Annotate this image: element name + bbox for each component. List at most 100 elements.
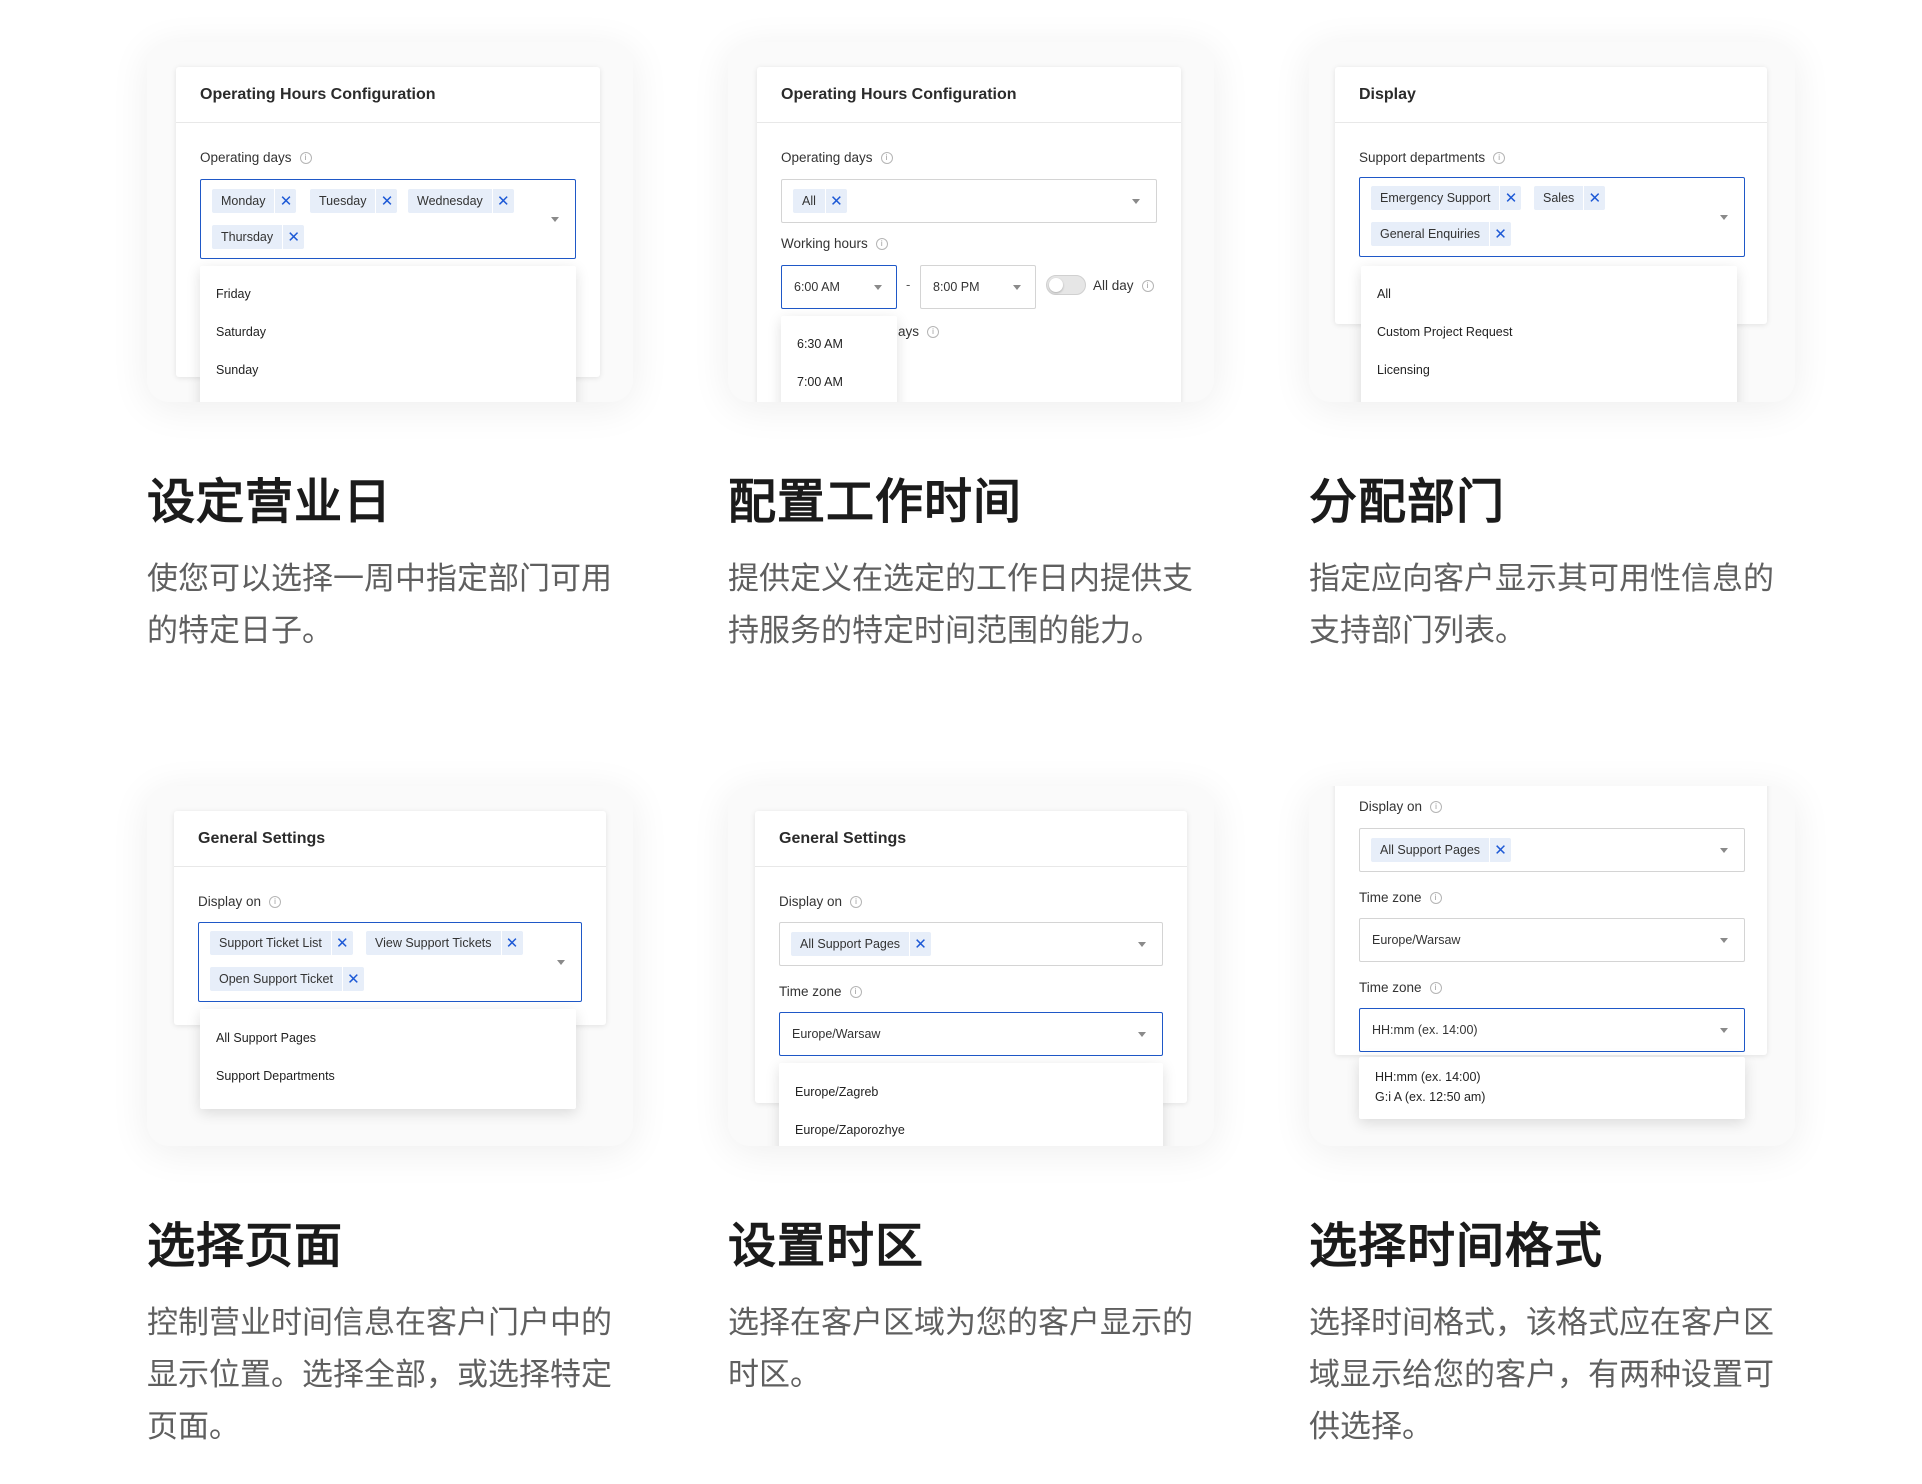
operating-days-label: Operating days i (200, 150, 312, 165)
tag-general-enquiries: General Enquiries ✕ (1371, 222, 1512, 246)
info-icon: i (1430, 800, 1443, 813)
time-format-select[interactable]: HH:mm (ex. 14:00) (1359, 1008, 1745, 1052)
option-saturday[interactable]: Saturday (216, 325, 266, 339)
time-zone-value: Europe/Warsaw (792, 1027, 881, 1041)
display-on-label: Display on i (198, 894, 282, 909)
card-time-format: Display on i All Support Pages ✕ Time zo… (1309, 786, 1795, 1146)
to-time-value: 8:00 PM (933, 280, 980, 294)
option-europe-zaporozhye[interactable]: Europe/Zaporozhye (795, 1123, 905, 1137)
tag-label: General Enquiries (1380, 227, 1481, 241)
close-icon[interactable]: ✕ (330, 931, 353, 955)
close-icon[interactable]: ✕ (1489, 222, 1511, 246)
from-time-select[interactable]: 6:00 AM (781, 265, 897, 309)
field-label: All day (1093, 278, 1134, 293)
option-all-support-pages[interactable]: All Support Pages (216, 1031, 316, 1045)
info-icon: i (1429, 891, 1442, 904)
chevron-down-icon[interactable] (1013, 285, 1021, 290)
tag-emergency-support: Emergency Support ✕ (1371, 186, 1522, 210)
chevron-down-icon[interactable] (1720, 215, 1728, 220)
close-icon[interactable]: ✕ (491, 189, 514, 213)
display-on-label: Display on i (1359, 799, 1443, 814)
chevron-down-icon[interactable] (1720, 1028, 1728, 1033)
chevron-down-icon[interactable] (1132, 199, 1140, 204)
option-12h[interactable]: G:i A (ex. 12:50 am) (1375, 1090, 1485, 1104)
option-europe-zagreb[interactable]: Europe/Zagreb (795, 1085, 878, 1099)
close-icon[interactable]: ✕ (274, 189, 296, 213)
feature-description: 指定应向客户显示其可用性信息的支持部门列表。 (1309, 561, 1774, 649)
feature-title: 分配部门 (1309, 474, 1506, 530)
tag-label: Emergency Support (1380, 191, 1491, 205)
departments-select[interactable]: Emergency Support ✕ Sales ✕ General Enqu… (1359, 177, 1745, 257)
chevron-down-icon[interactable] (1138, 1032, 1146, 1037)
display-on-select[interactable]: All Support Pages ✕ (1359, 828, 1745, 872)
all-day-label: All day i (1093, 278, 1154, 293)
display-on-select[interactable]: Support Ticket List ✕ View Support Ticke… (198, 922, 582, 1002)
option-700am[interactable]: 7:00 AM (797, 375, 843, 389)
support-departments-label: Support departments i (1359, 150, 1506, 165)
panel-title: General Settings (174, 811, 606, 867)
departments-dropdown: All Custom Project Request Licensing (1361, 266, 1737, 402)
tag-wednesday: Wednesday ✕ (408, 189, 514, 213)
chevron-down-icon[interactable] (1720, 938, 1728, 943)
panel-title: Operating Hours Configuration (176, 67, 600, 123)
toggle-knob (1049, 278, 1063, 292)
feature-description: 控制营业时间信息在客户门户中的显示位置。选择全部，或选择特定页面。 (147, 1305, 612, 1445)
close-icon[interactable]: ✕ (824, 189, 847, 213)
tag-label: All Support Pages (1380, 843, 1481, 857)
chevron-down-icon[interactable] (551, 217, 559, 222)
time-zone-select[interactable]: Europe/Warsaw (1359, 918, 1745, 962)
panel-title: Display (1335, 67, 1767, 123)
field-label: Time zone (1359, 890, 1422, 905)
option-licensing[interactable]: Licensing (1377, 363, 1430, 377)
tag-all-support-pages: All Support Pages ✕ (791, 932, 932, 956)
panel-title: General Settings (755, 811, 1187, 867)
close-icon[interactable]: ✕ (1499, 186, 1521, 210)
option-friday[interactable]: Friday (216, 287, 251, 301)
option-24h[interactable]: HH:mm (ex. 14:00) (1375, 1070, 1481, 1084)
chevron-down-icon[interactable] (1720, 848, 1728, 853)
close-icon[interactable]: ✕ (341, 967, 364, 991)
to-time-select[interactable]: 8:00 PM (920, 265, 1036, 309)
option-custom-project-request[interactable]: Custom Project Request (1377, 325, 1512, 339)
option-all[interactable]: All (1377, 287, 1391, 301)
info-icon: i (269, 895, 282, 908)
card-operating-days: Operating Hours Configuration Operating … (147, 42, 633, 402)
all-day-toggle[interactable] (1046, 275, 1086, 295)
feature-description: 选择在客户区域为您的客户显示的时区。 (728, 1305, 1193, 1393)
field-label: Display on (1359, 799, 1423, 814)
feature-description: 选择时间格式，该格式应在客户区域显示给您的客户，有两种设置可供选择。 (1309, 1305, 1774, 1445)
tag-support-ticket-list: Support Ticket List ✕ (210, 931, 353, 955)
info-icon: i (1493, 151, 1506, 164)
info-icon: i (927, 325, 940, 338)
info-icon: i (299, 151, 312, 164)
field-label: Operating days (200, 150, 292, 165)
option-sunday[interactable]: Sunday (216, 363, 258, 377)
field-label: Time zone (1359, 980, 1422, 995)
pages-dropdown: All Support Pages Support Departments (200, 1009, 576, 1109)
field-label: Display on (779, 894, 843, 909)
close-icon[interactable]: ✕ (282, 225, 304, 249)
card-working-hours: Operating Hours Configuration Operating … (728, 42, 1214, 402)
option-630am[interactable]: 6:30 AM (797, 337, 843, 351)
close-icon[interactable]: ✕ (1583, 186, 1605, 210)
tag-label: Wednesday (417, 194, 483, 208)
chevron-down-icon[interactable] (1138, 942, 1146, 947)
close-icon[interactable]: ✕ (500, 931, 523, 955)
close-icon[interactable]: ✕ (909, 932, 931, 956)
display-on-select[interactable]: All Support Pages ✕ (779, 922, 1163, 966)
chevron-down-icon[interactable] (557, 960, 565, 965)
close-icon[interactable]: ✕ (375, 189, 397, 213)
operating-days-select[interactable]: Monday ✕ Tuesday ✕ Wednesday ✕ Thursday … (200, 179, 576, 259)
card-display-pages: General Settings Display on i Support Ti… (147, 786, 633, 1146)
field-label: Working hours (781, 236, 868, 251)
operating-days-select[interactable]: All ✕ (781, 179, 1157, 223)
card-departments: Display Support departments i Emergency … (1309, 42, 1795, 402)
option-support-departments[interactable]: Support Departments (216, 1069, 335, 1083)
tag-label: Support Ticket List (219, 936, 322, 950)
tag-all-support-pages: All Support Pages ✕ (1371, 838, 1512, 862)
close-icon[interactable]: ✕ (1489, 838, 1511, 862)
options-dropdown: Friday Saturday Sunday (200, 266, 576, 402)
time-zone-select[interactable]: Europe/Warsaw (779, 1012, 1163, 1056)
chevron-down-icon[interactable] (874, 285, 882, 290)
card-time-zone: General Settings Display on i All Suppor… (728, 786, 1214, 1146)
